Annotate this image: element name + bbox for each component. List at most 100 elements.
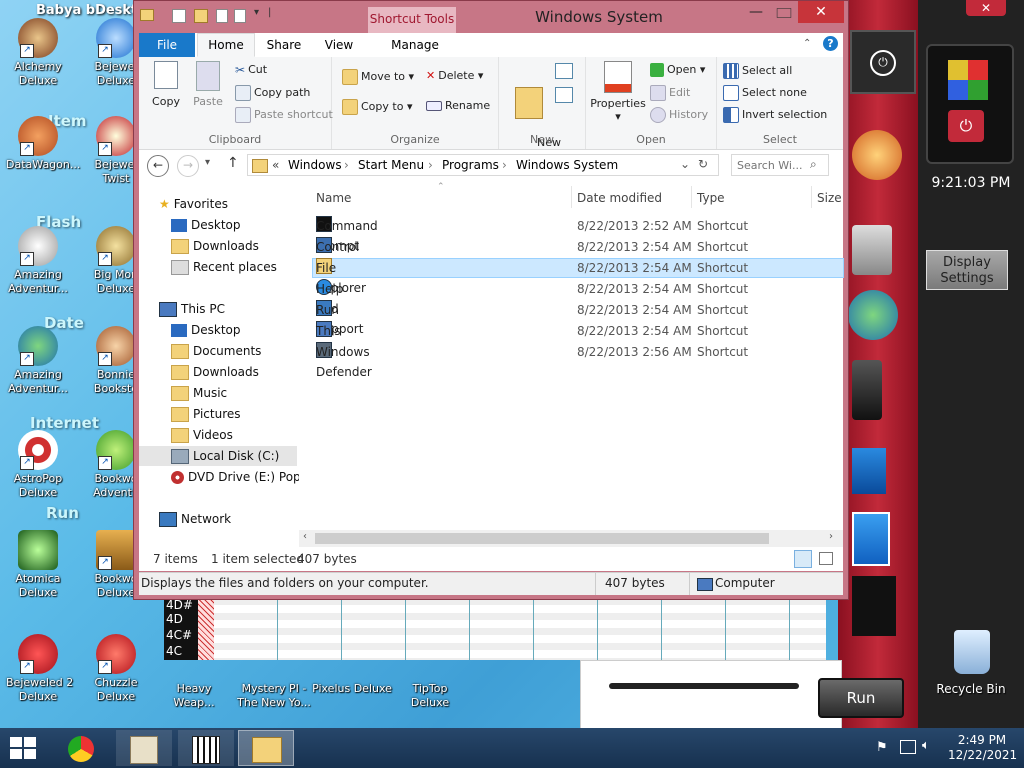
edit-button[interactable]: Edit [650,85,690,101]
paste-shortcut-button[interactable]: Paste shortcut [235,107,333,123]
table-row[interactable]: Run 8/22/2013 2:54 AM Shortcut [312,300,844,320]
desktop-icon-datawagon[interactable]: ↗ DataWagon... [6,116,80,172]
nav-pc-local-disk[interactable]: Local Disk (C:) [139,446,297,466]
display-settings-button[interactable]: Display Settings [926,250,1008,290]
new-folder-quick-icon[interactable] [194,9,208,23]
table-row[interactable]: Control Panel 8/22/2013 2:54 AM Shortcut [312,237,844,274]
close-icon[interactable]: ✕ [798,1,844,23]
power-icon[interactable]: ⏻ [948,110,984,142]
desktop-icon-pixelus[interactable]: Pixelus Deluxe [312,682,392,696]
arrow-icon[interactable] [852,512,890,566]
details-view-icon[interactable] [794,550,812,568]
calculator-icon[interactable] [852,225,892,275]
cut-button[interactable]: ✂ Cut [235,63,267,77]
tab-home[interactable]: Home [197,33,255,57]
desktop-icon-heavy-weapon[interactable]: Heavy Weap... [162,682,226,710]
note-quick-icon[interactable] [234,9,246,23]
column-header-name[interactable]: Name [316,191,351,205]
move-to-button[interactable]: Move to ▾ [342,69,414,85]
nav-network[interactable]: Network [159,509,231,529]
network-icon[interactable] [900,740,916,754]
recent-locations-chevron-icon[interactable]: ▾ [205,157,210,168]
globe-icon[interactable] [848,290,898,340]
nav-pc-desktop[interactable]: Desktop [171,320,241,340]
rename-button[interactable]: Rename [426,99,490,112]
tab-view[interactable]: View [315,33,363,57]
taskbar-piano[interactable] [178,730,234,766]
desktop-icon-alchemy[interactable]: ↗ Alchemy Deluxe [6,18,70,88]
desktop-icon-amazing-adventures-2[interactable]: ↗ Amazing Adventur... [6,326,70,396]
copy-to-button[interactable]: Copy to ▾ [342,99,412,115]
nav-pc-downloads[interactable]: Downloads [171,362,259,382]
nav-pc-videos[interactable]: Videos [171,425,233,445]
horizontal-scrollbar[interactable]: ‹ › [299,530,843,547]
power-icon[interactable]: ⏻ [870,50,896,76]
nav-fav-downloads[interactable]: Downloads [171,236,259,256]
flag-icon[interactable]: ⚑ [876,740,888,755]
start-button[interactable] [10,737,38,759]
nav-pc-music[interactable]: Music [171,383,227,403]
invert-selection-button[interactable]: Invert selection [723,107,827,123]
nav-pc-dvd-drive[interactable]: DVD Drive (E:) Popca [171,467,299,487]
scroll-right-icon[interactable]: › [829,531,833,542]
delete-button[interactable]: ✕ Delete ▾ [426,69,483,82]
table-row[interactable]: Command Prompt 8/22/2013 2:52 AM Shortcu… [312,216,844,253]
search-input[interactable] [735,157,811,173]
forward-arrow-icon[interactable]: → [177,155,199,177]
copy-path-button[interactable]: Copy path [235,85,310,101]
note-grid[interactable] [214,598,826,660]
search-box[interactable]: ⌕ [731,154,829,176]
desktop-icon-bejeweled-2[interactable]: ↗ Bejeweled 2 Deluxe [6,634,73,704]
desktop-icon-mystery-pi[interactable]: Mystery PI - The New Yo... [236,682,312,710]
select-all-button[interactable]: Select all [723,63,792,79]
clipboard-quick-icon[interactable] [216,9,228,23]
open-button[interactable]: Open ▾ [650,63,705,77]
taskbar-file-explorer[interactable] [238,730,294,766]
search-icon[interactable]: ⌕ [810,157,817,172]
nav-favorites[interactable]: ★ Favorites [159,194,228,214]
breadcrumb-start-menu[interactable]: Start Menu [358,158,424,172]
windows-logo-icon[interactable] [852,448,886,494]
scrollbar-thumb[interactable] [315,533,769,544]
table-row[interactable]: Windows Defender 8/22/2013 2:56 AM Short… [312,342,844,379]
nav-fav-recent-places[interactable]: Recent places [171,257,277,277]
back-arrow-icon[interactable]: ← [147,155,169,177]
column-header-date[interactable]: Date modified [577,191,662,205]
up-arrow-icon[interactable]: ↑ [227,155,239,171]
taskbar-app-plant[interactable] [116,730,172,766]
tab-file[interactable]: File [139,33,195,57]
close-icon[interactable]: ✕ [966,0,1006,16]
volume-icon[interactable]: 🔈︎ [922,738,930,753]
palette-icon[interactable] [852,130,902,180]
column-header-type[interactable]: Type [697,191,725,205]
nav-pc-pictures[interactable]: Pictures [171,404,241,424]
large-icons-view-icon[interactable] [819,552,833,565]
breadcrumb-windows-system[interactable]: Windows System [516,158,618,172]
copy-button[interactable]: Copy [149,61,183,108]
table-row[interactable]: Help and Support 8/22/2013 2:54 AM Short… [312,279,844,336]
breadcrumb-windows[interactable]: Windows [288,158,342,172]
taskbar-clock[interactable]: 2:49 PM 12/22/2021 [948,733,1017,763]
chevron-down-icon[interactable]: ▾ [254,7,259,18]
scroll-left-icon[interactable]: ‹ [303,531,307,542]
table-row[interactable]: File Explorer 8/22/2013 2:54 AM Shortcut [312,258,844,295]
refresh-icon[interactable]: ↻ [698,157,708,171]
breadcrumb-programs[interactable]: Programs [442,158,499,172]
easy-access-icon[interactable] [555,87,573,103]
address-bar[interactable]: « Windows › Start Menu › Programs › Wind… [247,154,719,176]
desktop-icon-amazing-adventures[interactable]: ↗ Amazing Adventur... [6,226,70,296]
address-dropdown-chevron-icon[interactable]: ⌄ [680,157,690,171]
speaker-icon[interactable] [852,360,882,420]
desktop-icon-astropop[interactable]: ↗ AstroPop Deluxe [6,430,70,500]
desktop-icon-tiptop[interactable]: TipTop Deluxe [398,682,462,710]
run-button[interactable]: Run [818,678,904,718]
breadcrumb-overflow[interactable]: « [272,158,279,172]
paste-button[interactable]: Paste [191,61,225,108]
nav-fav-desktop[interactable]: Desktop [171,215,241,235]
table-row[interactable]: This PC 8/22/2013 2:54 AM Shortcut [312,321,844,358]
nav-this-pc[interactable]: This PC [159,299,225,319]
maximize-icon[interactable] [776,8,792,18]
select-none-button[interactable]: Select none [723,85,807,101]
new-item-icon[interactable] [555,63,573,79]
tab-manage[interactable]: Manage [379,33,451,57]
